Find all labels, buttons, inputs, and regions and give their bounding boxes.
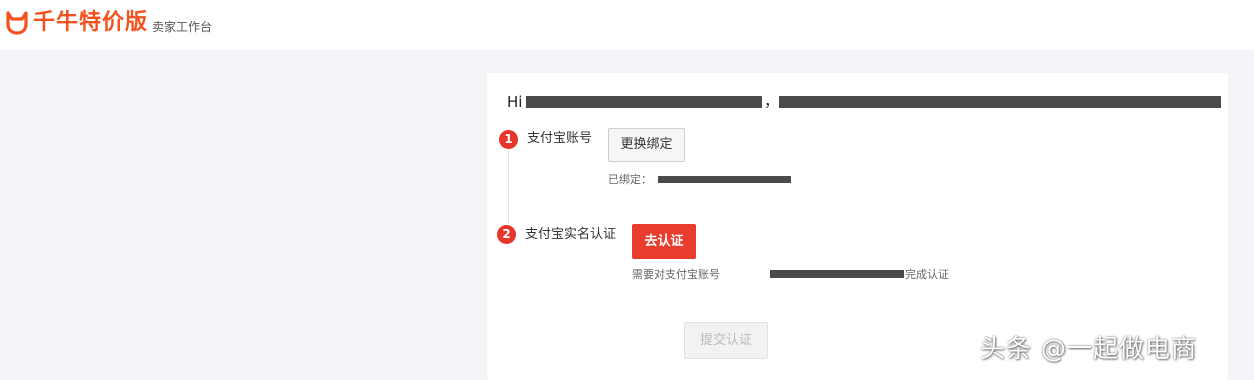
change-binding-button[interactable]: 更换绑定	[608, 128, 685, 162]
logo-text[interactable]: 千牛特价版	[33, 9, 148, 37]
go-verify-button[interactable]: 去认证	[632, 224, 696, 259]
qianniu-logo-icon	[6, 11, 28, 35]
greeting-prefix: Hi	[507, 93, 523, 111]
submit-verification-button[interactable]: 提交认证	[684, 322, 768, 359]
step-1-label: 支付宝账号	[527, 131, 593, 146]
top-bar: 千牛特价版 卖家工作台	[0, 0, 1254, 50]
step-2-label: 支付宝实名认证	[525, 227, 617, 242]
redacted-account-name	[526, 96, 762, 108]
logo-subtitle: 卖家工作台	[152, 20, 213, 34]
redacted-greeting-message	[779, 96, 1221, 108]
step-connector-line	[508, 148, 509, 224]
verify-note-suffix: 完成认证	[905, 268, 949, 281]
verify-note-prefix: 需要对支付宝账号	[632, 268, 720, 281]
watermark-text: 头条 @一起做电商	[980, 334, 1197, 363]
step-2-badge: 2	[497, 225, 516, 244]
redacted-bound-account	[658, 176, 791, 183]
greeting-comma: ，	[764, 92, 780, 110]
redacted-verify-account	[770, 270, 904, 278]
bound-account-prefix: 已绑定：	[608, 173, 652, 186]
step-1-badge: 1	[499, 130, 518, 149]
bound-account-note: 已绑定：	[608, 173, 652, 187]
